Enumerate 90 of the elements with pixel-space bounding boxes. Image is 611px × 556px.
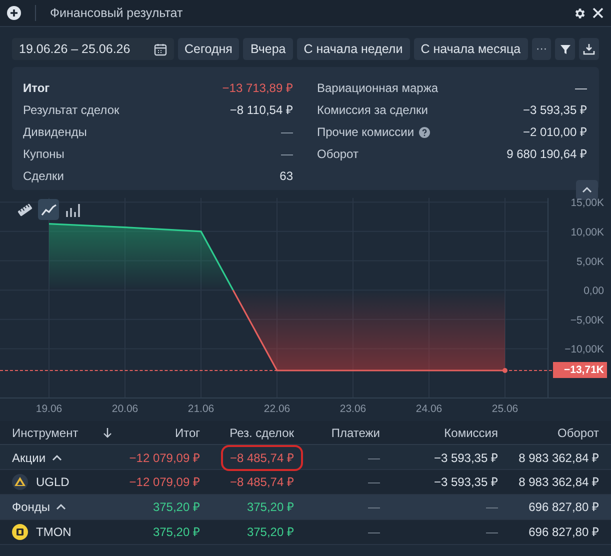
- summary-label: Сделки: [23, 168, 64, 185]
- table-cell-text: −12 079,09 ₽: [129, 474, 200, 491]
- column-header[interactable]: Инструмент: [12, 424, 78, 442]
- line-chart-icon: [40, 202, 56, 216]
- column-header[interactable]: Платежи: [294, 424, 380, 442]
- summary-label: Вариационная маржа: [317, 80, 438, 97]
- summary-label: Комиссия за сделки: [317, 102, 428, 119]
- table-cell-text: —: [368, 474, 380, 491]
- calendar-icon[interactable]: [154, 42, 167, 56]
- table-cell-text: −8 485,74 ₽: [230, 474, 294, 491]
- caret-up-icon[interactable]: [52, 454, 62, 462]
- summary-value: 9 680 190,64 ₽: [506, 146, 587, 163]
- period-button[interactable]: Сегодня: [178, 38, 240, 60]
- column-header[interactable]: Рез. сделок: [200, 424, 294, 442]
- more-button[interactable]: ···: [532, 38, 552, 60]
- current-value-badge: −13,71K: [553, 362, 607, 378]
- coin-logo-icon: [12, 524, 28, 540]
- y-axis-label: −5,00K: [570, 314, 604, 326]
- instrument-name: UGLD: [36, 474, 70, 491]
- instrument-name: Фонды: [12, 499, 50, 516]
- bar-chart-icon: [64, 202, 80, 218]
- column-header[interactable]: Комиссия: [380, 424, 498, 442]
- summary-label: Результат сделок: [23, 102, 120, 119]
- table-cell-text: 375,20 ₽: [246, 499, 294, 516]
- summary-value: —: [281, 124, 293, 141]
- y-axis-label: 0,00: [584, 285, 604, 298]
- summary-label: Купоны: [23, 146, 64, 163]
- filter-icon: [560, 44, 571, 54]
- x-axis-label: 23.06: [340, 403, 366, 415]
- summary-label: Прочие комиссии: [317, 124, 414, 141]
- instrument-name: TMON: [36, 524, 72, 541]
- collapse-button[interactable]: [576, 180, 598, 200]
- table-cell-text: —: [368, 524, 380, 541]
- triangle-logo-icon: [12, 474, 28, 490]
- table-cell-text: —: [486, 524, 498, 541]
- table-cell-text: −3 593,35 ₽: [434, 450, 498, 467]
- filter-button[interactable]: [555, 38, 576, 60]
- y-axis-label: 10,00K: [570, 226, 604, 238]
- group-row[interactable]: Акции −12 079,09 ₽ −8 485,74 ₽ — −3 593,35 ₽ 8 983 362,84 ₽: [0, 445, 611, 470]
- table-cell-text: 696 827,80 ₽: [528, 524, 599, 541]
- summary-label: Итог: [23, 80, 50, 97]
- close-icon[interactable]: [592, 7, 604, 19]
- table-cell-text: 696 827,80 ₽: [528, 499, 599, 516]
- download-button[interactable]: [579, 38, 599, 60]
- summary-label: Оборот: [317, 146, 358, 163]
- summary-value: −3 593,35 ₽: [522, 102, 587, 119]
- x-axis-label: 20.06: [112, 403, 138, 415]
- help-icon[interactable]: [419, 126, 430, 138]
- settings-icon[interactable]: [573, 6, 586, 20]
- x-axis-label: 22.06: [264, 403, 290, 415]
- summary-label: Дивиденды: [23, 124, 87, 141]
- summary-value: −2 010,00 ₽: [522, 124, 587, 141]
- y-axis-label: −10,00K: [564, 344, 604, 356]
- table-cell-text: 8 983 362,84 ₽: [518, 474, 599, 491]
- x-axis-label: 24.06: [416, 403, 442, 415]
- caret-up-icon[interactable]: [56, 503, 66, 511]
- table-cell-text: 375,20 ₽: [152, 524, 200, 541]
- chart-tool-button[interactable]: [38, 199, 59, 220]
- y-axis-label: 15,00K: [570, 198, 604, 210]
- summary-value: −8 110,54 ₽: [230, 102, 293, 119]
- summary-value: —: [575, 80, 587, 97]
- table-cell-text: −3 593,35 ₽: [434, 474, 498, 491]
- summary-value: —: [281, 146, 293, 163]
- y-axis-label: 5,00K: [576, 256, 604, 268]
- download-icon: [583, 43, 596, 55]
- group-row[interactable]: Фонды 375,20 ₽ 375,20 ₽ — — 696 827,80 ₽: [0, 495, 611, 520]
- column-header[interactable]: Оборот: [498, 424, 599, 442]
- summary-value: −13 713,89 ₽: [222, 80, 293, 97]
- last-point-dot: [502, 368, 508, 373]
- table-cell-text: −12 079,09 ₽: [129, 450, 200, 467]
- period-button[interactable]: С начала недели: [296, 38, 410, 60]
- table-cell-text: —: [486, 499, 498, 516]
- period-button[interactable]: С начала месяца: [414, 38, 528, 60]
- window-title: Финансовый результат: [50, 4, 183, 22]
- table-cell-text: 375,20 ₽: [246, 524, 294, 541]
- sort-arrow-icon[interactable]: [103, 427, 112, 438]
- x-axis-label: 19.06: [36, 403, 62, 415]
- summary-value: 63: [280, 168, 293, 185]
- table-cell-text: —: [368, 450, 380, 467]
- column-header[interactable]: Итог: [120, 424, 200, 442]
- period-button[interactable]: Вчера: [243, 38, 293, 60]
- x-axis-label: 21.06: [188, 403, 214, 415]
- table-cell-text: 375,20 ₽: [152, 499, 200, 516]
- caret-up-icon[interactable]: [582, 186, 592, 194]
- table-cell-text: 8 983 362,84 ₽: [518, 450, 599, 467]
- instrument-name: Акции: [12, 450, 46, 467]
- x-axis-label: 25.06: [492, 403, 518, 415]
- add-icon[interactable]: [7, 6, 21, 20]
- date-range-field[interactable]: 19.06.26 – 25.06.26: [12, 38, 174, 60]
- table-cell-text: —: [368, 499, 380, 516]
